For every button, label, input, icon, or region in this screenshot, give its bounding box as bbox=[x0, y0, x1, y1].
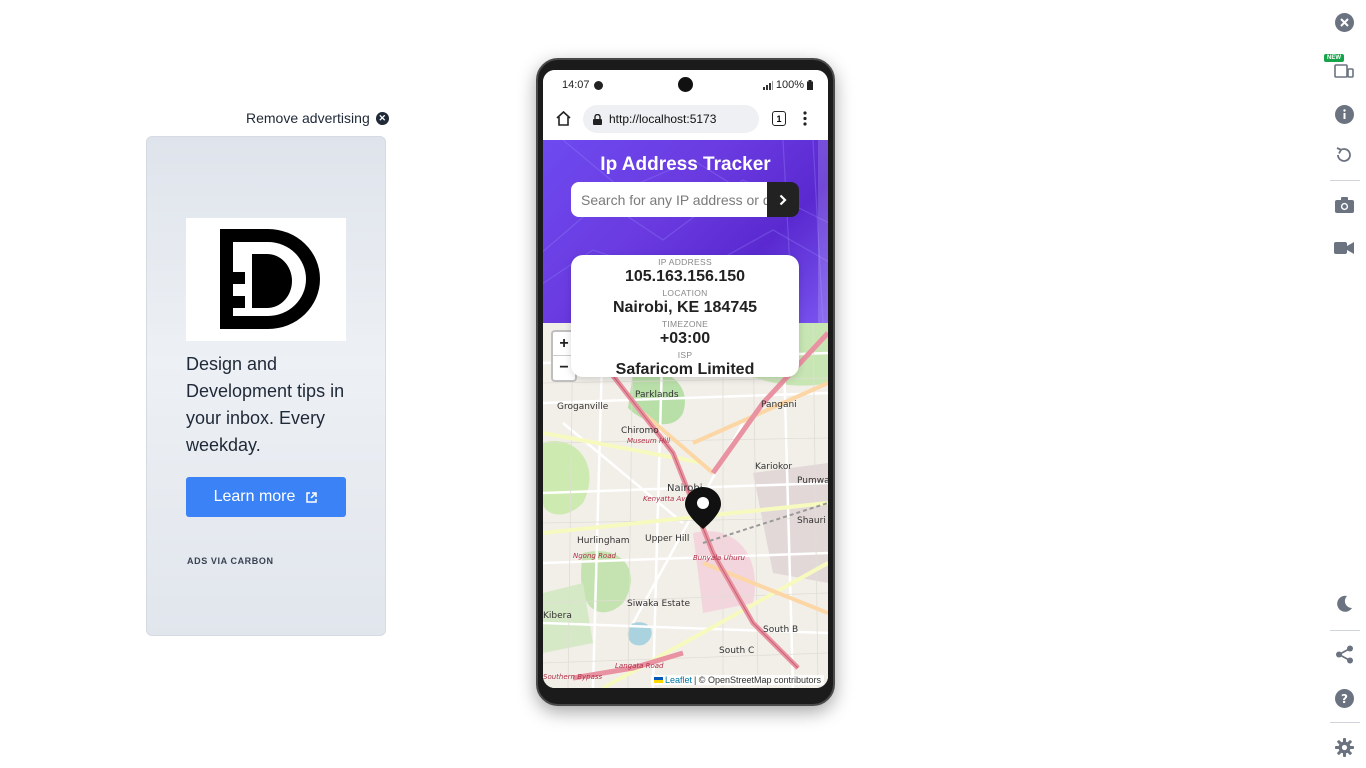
tabs-button[interactable]: 1 bbox=[772, 111, 786, 126]
app-title: Ip Address Tracker bbox=[600, 154, 771, 175]
map-label: Pumwani bbox=[797, 476, 828, 486]
map-label: Shauri bbox=[797, 516, 826, 526]
status-bar: 14:07 100% bbox=[543, 70, 828, 100]
map-attribution: Leaflet | © OpenStreetMap contributors bbox=[650, 675, 824, 685]
toolbar-divider bbox=[1330, 630, 1360, 631]
ad-text: Design and Development tips in your inbo… bbox=[186, 354, 345, 455]
ip-address-label: IP ADDRESS bbox=[658, 257, 712, 267]
close-icon[interactable] bbox=[1334, 12, 1354, 32]
toolbar-divider bbox=[1330, 722, 1360, 723]
learn-more-button[interactable]: Learn more bbox=[186, 477, 346, 517]
rotate-icon[interactable] bbox=[1334, 145, 1354, 165]
map-label: Southern Bypass bbox=[543, 673, 603, 681]
map-label: South C bbox=[719, 646, 754, 656]
isp-value: Safaricom Limited bbox=[615, 361, 755, 378]
map-label: Pangani bbox=[761, 400, 797, 410]
location-marker-icon[interactable] bbox=[684, 486, 722, 530]
dark-mode-icon[interactable] bbox=[1334, 594, 1354, 614]
remove-advertising-label: Remove advertising bbox=[246, 110, 370, 126]
spotify-icon bbox=[593, 80, 603, 90]
map-label: Kariokor bbox=[755, 462, 792, 472]
search-submit-button[interactable] bbox=[767, 182, 799, 217]
map-label: South B bbox=[763, 625, 798, 635]
ip-address-value: 105.163.156.150 bbox=[624, 268, 746, 285]
home-icon[interactable] bbox=[555, 110, 572, 127]
share-icon[interactable] bbox=[1334, 644, 1354, 664]
chevron-right-icon bbox=[779, 194, 787, 205]
new-badge: NEW bbox=[1324, 54, 1344, 62]
location-label: LOCATION bbox=[662, 288, 708, 298]
close-circle-icon: ✕ bbox=[375, 111, 389, 125]
map-label: Groganville bbox=[557, 402, 609, 412]
map-label: Parklands bbox=[635, 390, 679, 400]
map-label: Hurlingham bbox=[577, 536, 630, 546]
video-icon[interactable] bbox=[1334, 238, 1354, 258]
info-icon[interactable] bbox=[1334, 104, 1354, 124]
responsive-icon[interactable] bbox=[1334, 60, 1354, 80]
map-label: Ngong Road bbox=[573, 552, 617, 560]
timezone-value: +03:00 bbox=[659, 330, 711, 347]
front-camera bbox=[678, 77, 693, 92]
map-label: Siwaka Estate bbox=[627, 599, 690, 609]
battery-icon bbox=[807, 80, 813, 90]
ip-search-input[interactable] bbox=[571, 182, 768, 217]
timezone-label: TIMEZONE bbox=[661, 319, 709, 329]
camera-icon[interactable] bbox=[1334, 195, 1354, 215]
svg-text:?: ? bbox=[1341, 692, 1348, 706]
leaflet-link[interactable]: Leaflet bbox=[665, 675, 692, 685]
lock-icon bbox=[593, 113, 602, 125]
osm-attribution-text: | © OpenStreetMap contributors bbox=[693, 675, 821, 685]
browser-url-bar: http://localhost:5173 1 bbox=[543, 100, 828, 140]
learn-more-label: Learn more bbox=[213, 488, 296, 505]
ukraine-flag-icon bbox=[653, 677, 663, 683]
ip-info-card: IP ADDRESS 105.163.156.150 LOCATION Nair… bbox=[571, 255, 799, 378]
map-label: Bunyala Uhuru bbox=[693, 554, 745, 562]
map-label: Chiromo bbox=[621, 426, 659, 436]
map-label: Museum Hill bbox=[627, 437, 670, 445]
map-label: Langata Road bbox=[615, 662, 664, 670]
settings-icon[interactable] bbox=[1334, 737, 1354, 757]
signal-icon bbox=[762, 80, 773, 90]
location-value: Nairobi, KE 184745 bbox=[612, 299, 758, 316]
map-label: Upper Hill bbox=[645, 534, 689, 544]
map-label: Kibera bbox=[543, 611, 572, 621]
ad-logo[interactable] bbox=[186, 218, 346, 341]
battery-percent: 100% bbox=[775, 79, 804, 91]
url-field[interactable]: http://localhost:5173 bbox=[583, 105, 759, 133]
help-icon[interactable]: ? bbox=[1334, 688, 1354, 708]
isp-label: ISP bbox=[677, 350, 693, 360]
toolbar-divider bbox=[1330, 180, 1360, 181]
external-link-icon bbox=[306, 491, 318, 503]
url-text: http://localhost:5173 bbox=[609, 112, 717, 126]
ads-via-carbon[interactable]: ADS VIA CARBON bbox=[187, 556, 274, 566]
tab-count: 1 bbox=[776, 113, 782, 124]
more-menu-icon[interactable] bbox=[803, 111, 807, 126]
phone-screen: 14:07 100% http://localhost:5173 1 Ip Ad… bbox=[543, 70, 828, 688]
status-time: 14:07 bbox=[562, 79, 590, 91]
remove-advertising-link[interactable]: Remove advertising ✕ bbox=[246, 110, 389, 126]
